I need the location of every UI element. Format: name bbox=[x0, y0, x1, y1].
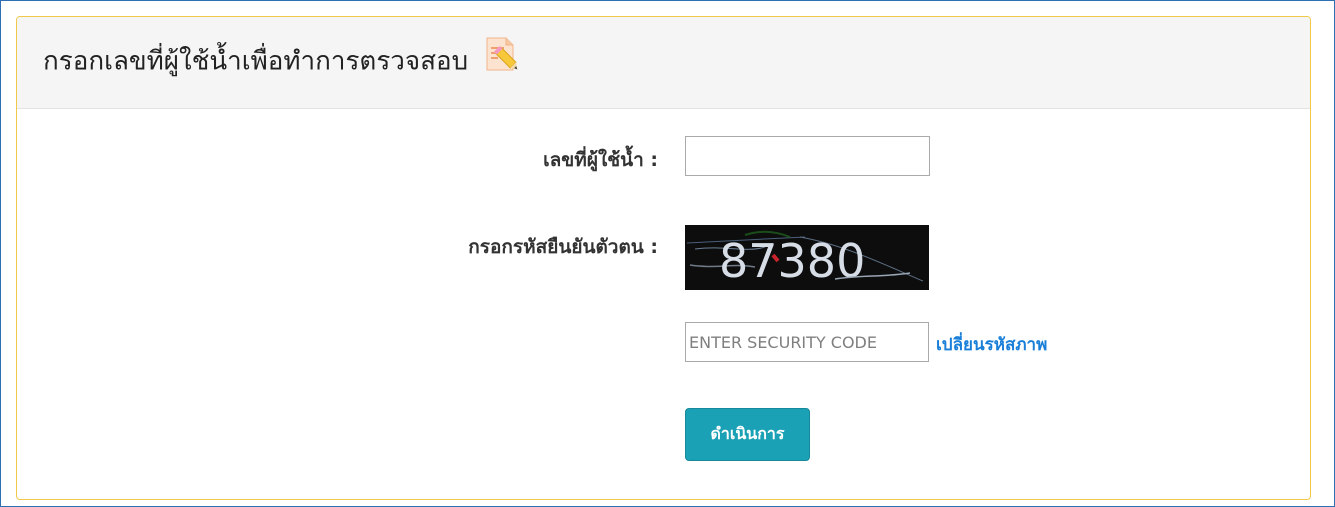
captcha-label-wrap: กรอกรหัสยืนยันตัวตน : bbox=[17, 232, 658, 262]
captcha-label: กรอกรหัสยืนยันตัวตน : bbox=[468, 236, 658, 258]
security-code-input[interactable] bbox=[685, 322, 929, 362]
water-user-label-wrap: เลขที่ผู้ใช้น้ำ : bbox=[17, 145, 658, 175]
water-user-number-input[interactable] bbox=[685, 136, 930, 176]
panel-title-row: กรอกเลขที่ผู้ใช้น้ำเพื่อทำการตรวจสอบ bbox=[43, 37, 520, 82]
water-user-label: เลขที่ผู้ใช้น้ำ : bbox=[543, 149, 658, 171]
panel-header: กรอกเลขที่ผู้ใช้น้ำเพื่อทำการตรวจสอบ bbox=[17, 17, 1310, 109]
edit-note-icon bbox=[484, 36, 520, 82]
panel-title: กรอกเลขที่ผู้ใช้น้ำเพื่อทำการตรวจสอบ bbox=[43, 46, 469, 77]
captcha-image: 87380 bbox=[685, 225, 929, 290]
captcha-text: 87380 bbox=[719, 234, 865, 288]
check-water-user-panel: กรอกเลขที่ผู้ใช้น้ำเพื่อทำการตรวจสอบ เลข… bbox=[16, 16, 1311, 500]
submit-button[interactable]: ดำเนินการ bbox=[685, 408, 810, 461]
change-captcha-link[interactable]: เปลี่ยนรหัสภาพ bbox=[936, 331, 1047, 358]
